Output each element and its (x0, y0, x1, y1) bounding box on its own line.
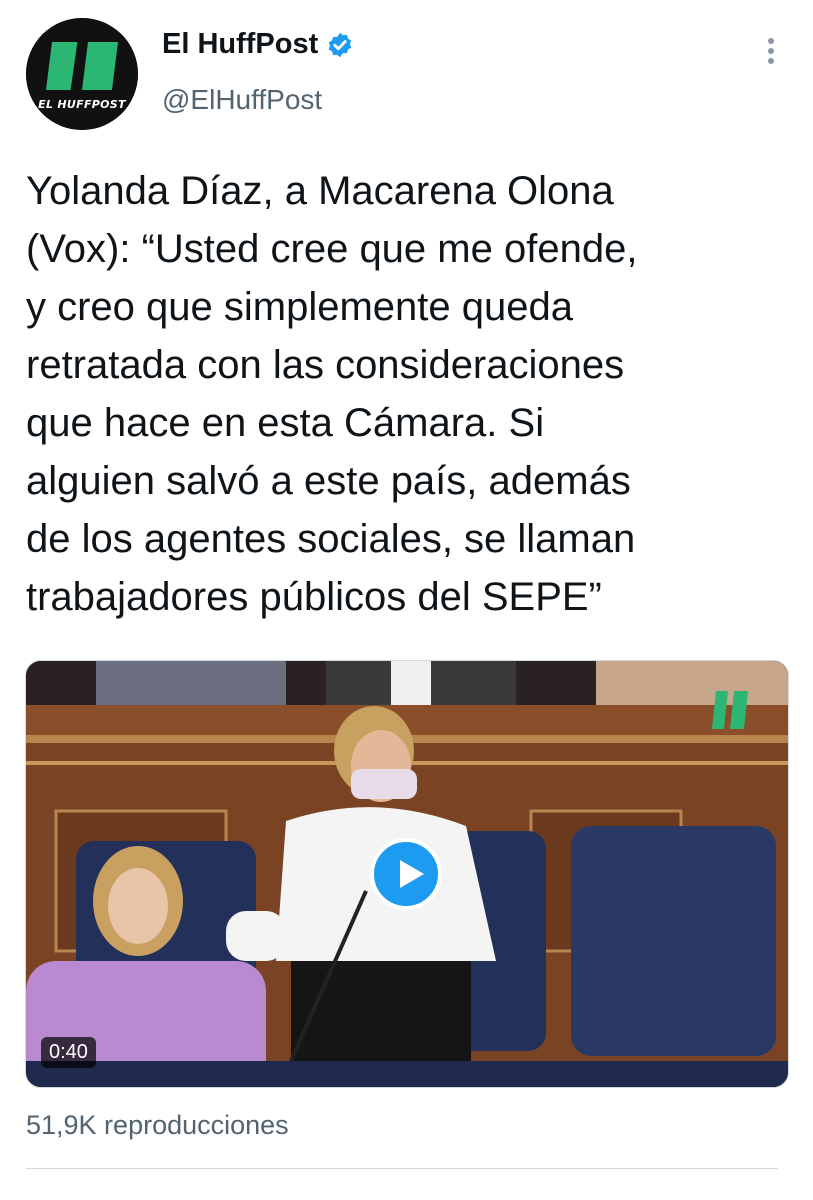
avatar-logo-text: EL HUFFPOST (38, 98, 126, 111)
avatar[interactable]: EL HUFFPOST (26, 18, 138, 130)
tweet-header: EL HUFFPOST El HuffPost @ElHuffPost (0, 0, 813, 140)
account-handle[interactable]: @ElHuffPost (162, 84, 322, 116)
display-name[interactable]: El HuffPost (162, 28, 318, 61)
name-row: El HuffPost (162, 28, 354, 61)
divider (26, 1168, 778, 1169)
huffpost-logo-icon (26, 18, 138, 130)
view-count: 51,9K reproducciones (26, 1110, 289, 1140)
play-button[interactable] (370, 838, 442, 910)
video-duration: 0:40 (41, 1037, 96, 1068)
tweet-text: Yolanda Díaz, a Macarena Olona (Vox): “U… (26, 169, 638, 619)
verified-badge-icon (328, 32, 352, 57)
more-vertical-icon[interactable] (760, 36, 782, 66)
